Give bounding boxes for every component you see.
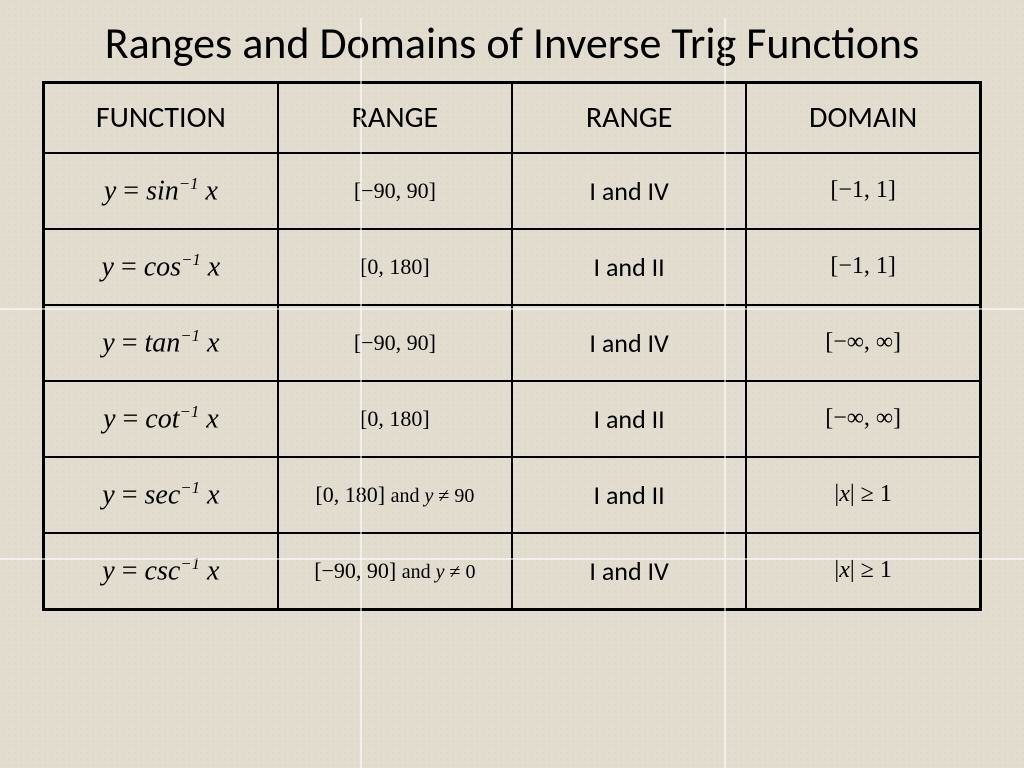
- cell-function: y = cos−1 x: [44, 229, 278, 305]
- col-range-interval: RANGE: [278, 82, 512, 153]
- table-row: y = csc−1 x[−90, 90] and y ≠ 0I and IV|x…: [44, 533, 981, 610]
- cell-range-interval: [−90, 90]: [278, 305, 512, 381]
- col-range-quadrants: RANGE: [512, 82, 746, 153]
- cell-range-quadrants: I and IV: [512, 533, 746, 610]
- cell-function: y = cot−1 x: [44, 381, 278, 457]
- table-row: y = sin−1 x[−90, 90]I and IV[−1, 1]: [44, 153, 981, 229]
- cell-range-quadrants: I and II: [512, 229, 746, 305]
- cell-range-interval: [0, 180]: [278, 381, 512, 457]
- trig-table: FUNCTION RANGE RANGE DOMAIN y = sin−1 x[…: [42, 81, 982, 611]
- cell-domain: [−∞, ∞]: [746, 381, 980, 457]
- page-title: Ranges and Domains of Inverse Trig Funct…: [60, 18, 964, 69]
- cell-range-quadrants: I and II: [512, 457, 746, 533]
- table-row: y = sec−1 x[0, 180] and y ≠ 90I and II|x…: [44, 457, 981, 533]
- cell-range-quadrants: I and IV: [512, 153, 746, 229]
- cell-domain: [−1, 1]: [746, 229, 980, 305]
- cell-domain: |x| ≥ 1: [746, 533, 980, 610]
- cell-range-interval: [−90, 90]: [278, 153, 512, 229]
- col-domain: DOMAIN: [746, 82, 980, 153]
- cell-range-interval: [0, 180] and y ≠ 90: [278, 457, 512, 533]
- cell-domain: [−∞, ∞]: [746, 305, 980, 381]
- cell-function: y = csc−1 x: [44, 533, 278, 610]
- cell-domain: [−1, 1]: [746, 153, 980, 229]
- table-row: y = cot−1 x[0, 180]I and II[−∞, ∞]: [44, 381, 981, 457]
- cell-range-interval: [0, 180]: [278, 229, 512, 305]
- col-function: FUNCTION: [44, 82, 278, 153]
- cell-range-quadrants: I and IV: [512, 305, 746, 381]
- cell-range-interval: [−90, 90] and y ≠ 0: [278, 533, 512, 610]
- cell-range-quadrants: I and II: [512, 381, 746, 457]
- cell-domain: |x| ≥ 1: [746, 457, 980, 533]
- table-row: y = tan−1 x[−90, 90]I and IV[−∞, ∞]: [44, 305, 981, 381]
- cell-function: y = sin−1 x: [44, 153, 278, 229]
- table-row: y = cos−1 x[0, 180]I and II[−1, 1]: [44, 229, 981, 305]
- cell-function: y = sec−1 x: [44, 457, 278, 533]
- cell-function: y = tan−1 x: [44, 305, 278, 381]
- table-header-row: FUNCTION RANGE RANGE DOMAIN: [44, 82, 981, 153]
